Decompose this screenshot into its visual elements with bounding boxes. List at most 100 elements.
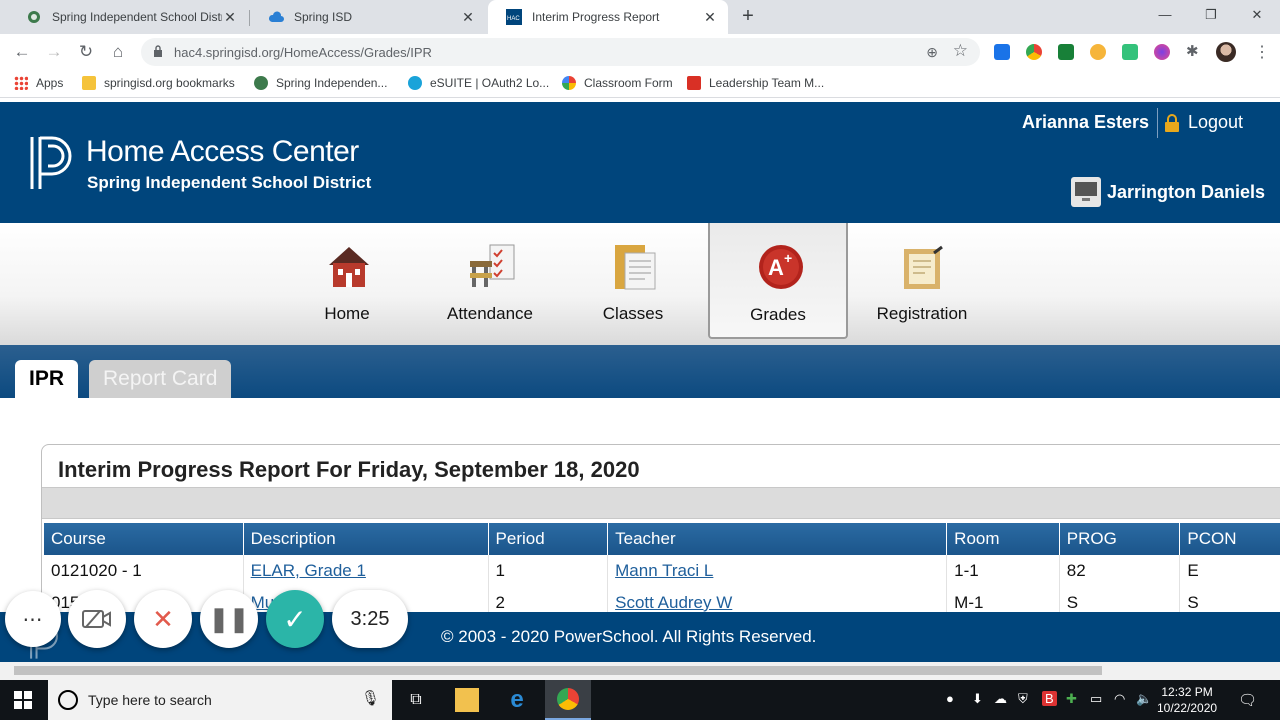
recorder-pause-button[interactable]: ❚❚ bbox=[200, 590, 258, 648]
minimize-icon[interactable]: — bbox=[1142, 0, 1188, 30]
student-name: Jarrington Daniels bbox=[1107, 181, 1266, 202]
browser-toolbar: ← → ↻ ⌂ hac4.springisd.org/HomeAccess/Gr… bbox=[0, 34, 1280, 70]
course-cell: 0121020 - 1 bbox=[44, 555, 244, 587]
bookmark-folder[interactable]: springisd.org bookmarks bbox=[82, 76, 235, 90]
tab-report-card[interactable]: Report Card bbox=[89, 360, 232, 398]
tab-ipr[interactable]: IPR bbox=[15, 360, 79, 398]
bookmark-item[interactable]: Classroom Form bbox=[562, 76, 673, 90]
reload-icon[interactable]: ↻ bbox=[74, 40, 98, 64]
menu-kebab-icon[interactable]: ⋮ bbox=[1254, 42, 1270, 62]
extension-hand-icon[interactable] bbox=[1090, 44, 1106, 60]
teacher-link[interactable]: Scott Audrey W bbox=[615, 593, 732, 612]
registration-clipboard-icon bbox=[904, 245, 943, 289]
browser-tab[interactable]: Spring ISD ✕ bbox=[250, 0, 486, 34]
forward-icon[interactable]: → bbox=[42, 40, 66, 64]
taskbar-search-box[interactable]: Type here to search 🎙 bbox=[48, 680, 392, 720]
zoom-icon[interactable]: ⊕ bbox=[926, 44, 938, 61]
bookmark-label: Spring Independen... bbox=[276, 76, 388, 90]
nav-registration[interactable]: Registration bbox=[857, 223, 987, 340]
bookmark-apps[interactable]: Apps bbox=[14, 76, 63, 90]
logout-link[interactable]: Logout bbox=[1164, 112, 1243, 133]
extension-sheets-icon[interactable] bbox=[1058, 44, 1074, 60]
done-icon: ✓ bbox=[283, 603, 307, 635]
shield-tray-icon[interactable]: ⛨ bbox=[1018, 691, 1028, 707]
prog-cell: 82 bbox=[1059, 555, 1181, 587]
back-icon[interactable]: ← bbox=[10, 40, 34, 64]
restore-icon[interactable]: ❐ bbox=[1188, 0, 1234, 30]
volume-icon[interactable]: 🔈 bbox=[1136, 691, 1152, 707]
internet-explorer-icon[interactable]: e bbox=[505, 688, 529, 712]
pdf-icon bbox=[687, 76, 701, 90]
window-close-icon[interactable]: ✕ bbox=[1234, 0, 1280, 30]
address-bar[interactable]: hac4.springisd.org/HomeAccess/Grades/IPR… bbox=[141, 38, 980, 66]
windows-start-icon[interactable] bbox=[14, 691, 32, 709]
nav-label: Grades bbox=[750, 305, 806, 324]
chrome-taskbar-button[interactable] bbox=[545, 680, 591, 720]
new-tab-icon[interactable]: + bbox=[738, 6, 758, 26]
notification-icon[interactable]: 🗨 bbox=[1238, 691, 1257, 709]
chrome-icon bbox=[557, 688, 579, 710]
teacher-link[interactable]: Mann Traci L bbox=[615, 561, 713, 580]
horizontal-scrollbar[interactable] bbox=[0, 662, 1280, 680]
column-header[interactable]: Teacher bbox=[607, 523, 948, 555]
course-description-link[interactable]: ELAR, Grade 1 bbox=[251, 561, 366, 580]
recorder-done-button[interactable]: ✓ bbox=[266, 590, 324, 648]
padlock-icon bbox=[1165, 113, 1179, 132]
spring-isd-favicon-icon bbox=[26, 9, 42, 25]
file-explorer-icon[interactable] bbox=[455, 688, 479, 712]
column-header[interactable]: Period bbox=[488, 523, 609, 555]
battery-icon[interactable]: ▭ bbox=[1090, 691, 1102, 707]
wifi-icon[interactable]: ◠ bbox=[1114, 691, 1125, 707]
nav-classes[interactable]: Classes bbox=[568, 223, 698, 340]
extension-download-icon[interactable] bbox=[1122, 44, 1138, 60]
b-tray-icon[interactable]: B bbox=[1042, 691, 1057, 706]
task-view-icon[interactable]: ⧉ bbox=[404, 688, 428, 712]
browser-tab-active[interactable]: HAC Interim Progress Report ✕ bbox=[488, 0, 728, 34]
windows-taskbar: Type here to search 🎙 ⧉ e ● ⬇ ☁ ⛨ B ✚ ▭ … bbox=[0, 680, 1280, 720]
extension-chrome-icon[interactable] bbox=[1026, 44, 1042, 60]
column-header[interactable]: Description bbox=[243, 523, 489, 555]
recorder-camera-button[interactable] bbox=[68, 590, 126, 648]
bookmark-item[interactable]: eSUITE | OAuth2 Lo... bbox=[408, 76, 549, 90]
description-cell: ELAR, Grade 1 bbox=[243, 555, 489, 587]
column-header[interactable]: Room bbox=[946, 523, 1060, 555]
profile-avatar[interactable] bbox=[1216, 42, 1236, 62]
pause-icon: ❚❚ bbox=[208, 605, 250, 633]
taskbar-clock[interactable]: 12:32 PM 10/22/2020 bbox=[1157, 684, 1217, 716]
cortana-icon bbox=[58, 690, 78, 710]
microphone-icon[interactable]: 🎙 bbox=[361, 689, 380, 707]
header-divider bbox=[1157, 108, 1158, 138]
bookmark-label: springisd.org bookmarks bbox=[104, 76, 235, 90]
extension-translate-icon[interactable] bbox=[994, 44, 1010, 60]
column-header[interactable]: PCON bbox=[1179, 523, 1280, 555]
bookmark-star-icon[interactable]: ☆ bbox=[953, 41, 968, 61]
column-header[interactable]: Course bbox=[44, 523, 244, 555]
nav-home[interactable]: Home bbox=[282, 223, 412, 340]
monitor-icon bbox=[1071, 177, 1101, 207]
recorder-cancel-button[interactable]: ✕ bbox=[134, 590, 192, 648]
report-title: Interim Progress Report For Friday, Sept… bbox=[58, 457, 640, 482]
close-icon[interactable]: ✕ bbox=[702, 9, 718, 25]
plus-tray-icon[interactable]: ✚ bbox=[1066, 691, 1077, 707]
mic-tray-icon[interactable]: ⬇ bbox=[972, 691, 983, 707]
bookmark-item[interactable]: Leadership Team M... bbox=[687, 76, 824, 90]
room-cell: 1-1 bbox=[946, 555, 1060, 587]
cloud-tray-icon[interactable]: ☁ bbox=[994, 691, 1007, 707]
browser-tab[interactable]: Spring Independent School Distr ✕ bbox=[8, 0, 248, 34]
close-icon[interactable]: ✕ bbox=[222, 9, 238, 25]
close-icon[interactable]: ✕ bbox=[460, 9, 476, 25]
scrollbar-thumb[interactable] bbox=[14, 666, 1102, 675]
nav-attendance[interactable]: Attendance bbox=[425, 223, 555, 340]
recorder-more-button[interactable]: ⋯ bbox=[5, 591, 61, 647]
nav-grades[interactable]: A + Grades bbox=[708, 223, 848, 339]
bookmark-item[interactable]: Spring Independen... bbox=[254, 76, 387, 90]
extension-color-icon[interactable] bbox=[1154, 44, 1170, 60]
teacher-cell: Mann Traci L bbox=[607, 555, 948, 587]
extensions-puzzle-icon[interactable]: ✱ bbox=[1186, 44, 1202, 60]
home-icon[interactable]: ⌂ bbox=[106, 40, 130, 64]
esuite-icon bbox=[408, 76, 422, 90]
table-row: 0121020 - 1 ELAR, Grade 1 1 Mann Traci L… bbox=[44, 555, 1280, 587]
tray-app-icon[interactable]: ● bbox=[946, 691, 954, 706]
student-selector[interactable]: Jarrington Daniels bbox=[1071, 177, 1265, 207]
column-header[interactable]: PROG bbox=[1059, 523, 1181, 555]
